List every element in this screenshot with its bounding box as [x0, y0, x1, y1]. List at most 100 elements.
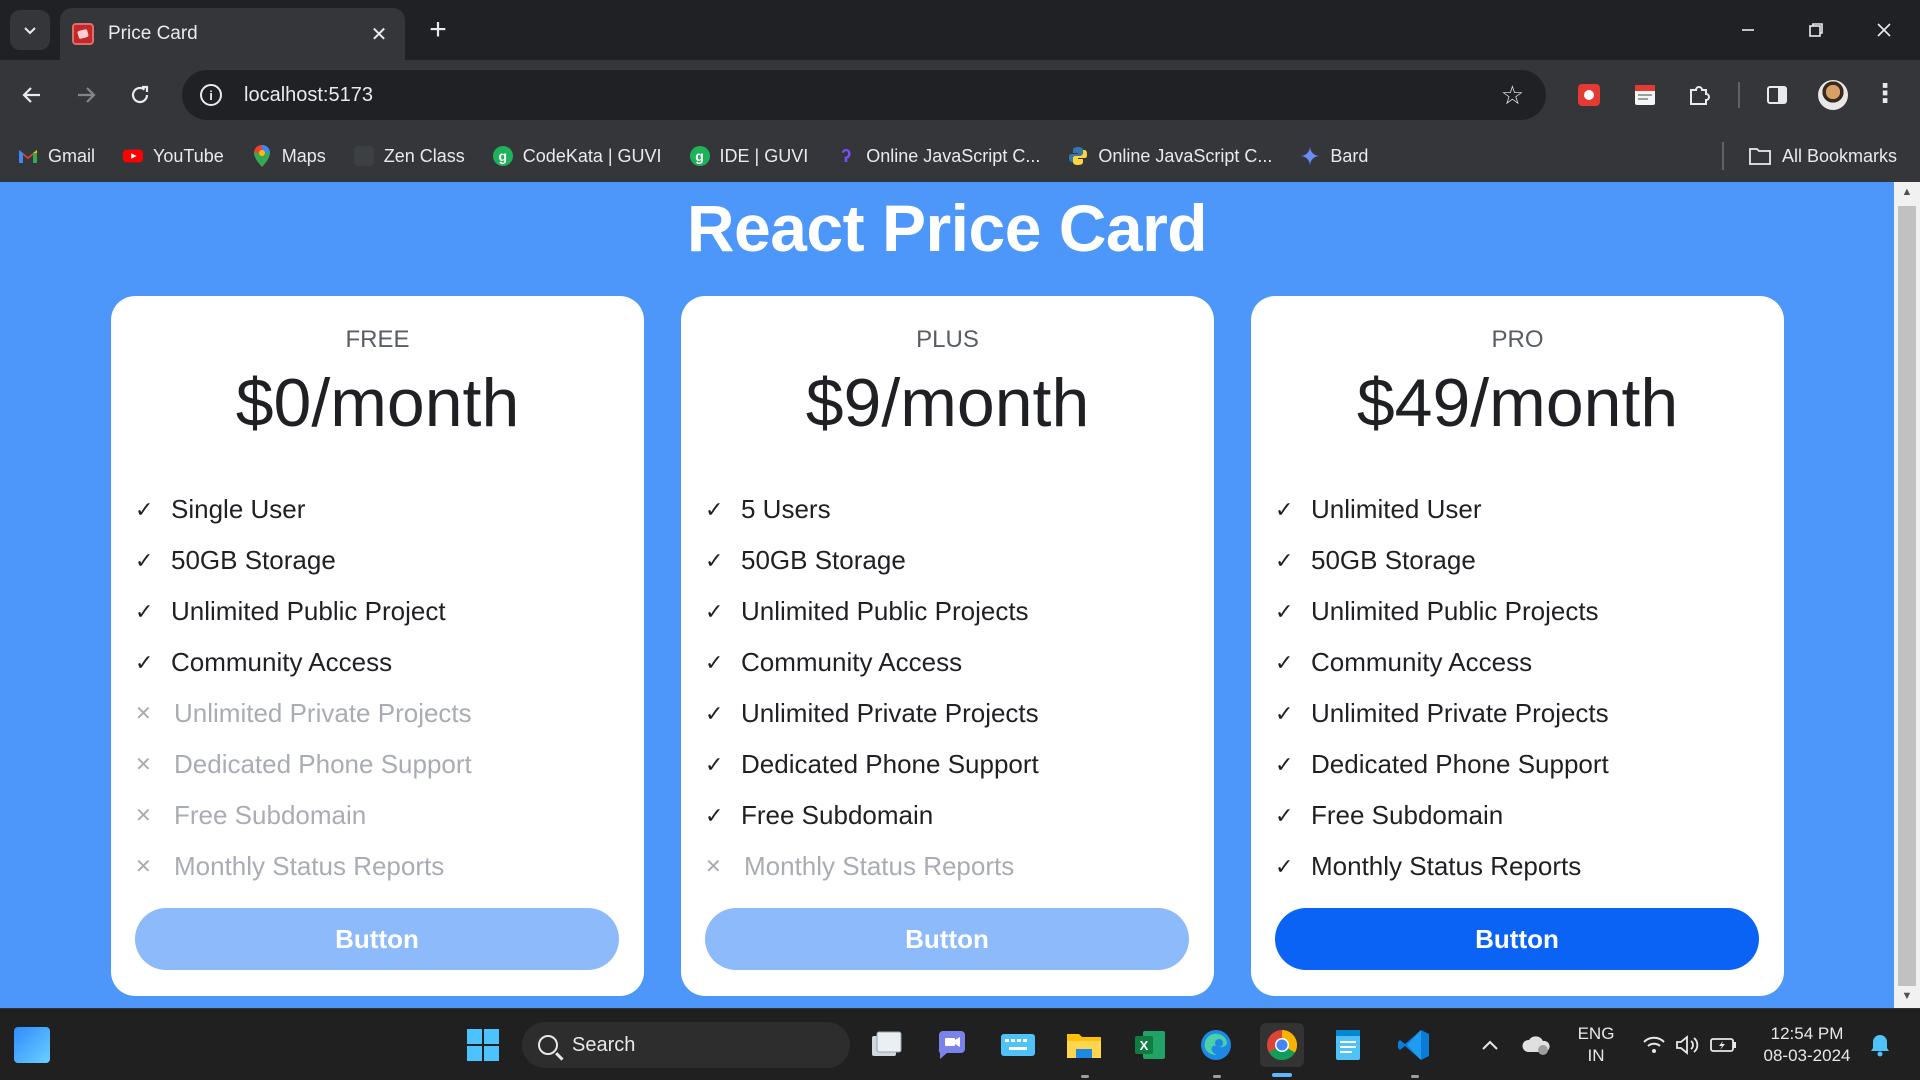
- folder-icon: [1749, 148, 1771, 165]
- extension-notes-icon[interactable]: [1630, 80, 1660, 110]
- tab-close-icon[interactable]: ✕: [365, 22, 393, 47]
- windows-logo-icon: [467, 1029, 499, 1061]
- gmail-icon: [18, 146, 38, 166]
- vscode-icon[interactable]: [1392, 1023, 1436, 1067]
- battery-charging-icon[interactable]: [1702, 1023, 1746, 1067]
- bookmark-zen-class[interactable]: Zen Class: [353, 145, 465, 167]
- feature-text: Monthly Status Reports: [1311, 851, 1582, 881]
- bookmarks-bar: Gmail YouTube Maps Zen Class g CodeKata …: [0, 130, 1920, 182]
- widgets-icon[interactable]: [14, 1027, 50, 1063]
- arrow-right-icon: [78, 87, 96, 103]
- site-info-icon[interactable]: i: [200, 84, 222, 106]
- restore-icon: [1809, 23, 1823, 37]
- feature-item-excluded: ✕ Dedicated Phone Support: [135, 739, 472, 790]
- side-panel-icon[interactable]: [1762, 80, 1792, 110]
- scroll-down-arrow-icon[interactable]: ▼: [1900, 990, 1914, 1004]
- bookmark-online-js-2[interactable]: Online JavaScript C...: [1068, 146, 1272, 167]
- browser-menu-icon[interactable]: ⋮: [1872, 78, 1898, 109]
- all-bookmarks-label: All Bookmarks: [1782, 145, 1898, 166]
- programiz-icon: ʔ: [841, 145, 852, 166]
- taskbar-search[interactable]: Search: [522, 1022, 850, 1068]
- url-text[interactable]: localhost:5173: [244, 84, 1501, 107]
- feature-item: ✓ Unlimited Private Projects: [705, 688, 1039, 739]
- bookmark-online-js-1[interactable]: ʔ Online JavaScript C...: [836, 146, 1040, 167]
- file-explorer-icon[interactable]: [1062, 1023, 1106, 1067]
- free-plan-button[interactable]: Button: [135, 908, 619, 970]
- feature-item: ✓ 50GB Storage: [135, 535, 472, 586]
- bookmark-bard[interactable]: Bard: [1300, 146, 1368, 167]
- check-icon: ✓: [135, 649, 154, 675]
- start-button[interactable]: [461, 1023, 505, 1067]
- feature-item: ✓ Community Access: [135, 637, 472, 688]
- feature-item: ✓ Community Access: [705, 637, 1039, 688]
- plus-plan-button[interactable]: Button: [705, 908, 1189, 970]
- notification-bell-icon[interactable]: [1858, 1023, 1902, 1067]
- all-bookmarks-button[interactable]: All Bookmarks: [1748, 130, 1897, 182]
- forward-button[interactable]: [68, 77, 104, 113]
- app-open-indicator: [1213, 1075, 1221, 1078]
- pro-plan-button[interactable]: Button: [1275, 908, 1759, 970]
- notepad-icon[interactable]: [1326, 1023, 1370, 1067]
- feature-text: Single User: [171, 494, 306, 524]
- back-button[interactable]: [14, 77, 50, 113]
- bookmark-star-icon[interactable]: ☆: [1501, 80, 1524, 111]
- extensions-puzzle-icon[interactable]: [1684, 80, 1714, 110]
- tab-search-button[interactable]: [10, 10, 50, 50]
- feature-text: 50GB Storage: [171, 545, 336, 575]
- new-tab-button[interactable]: +: [420, 12, 456, 48]
- chrome-icon[interactable]: [1260, 1023, 1304, 1067]
- vertical-scrollbar[interactable]: ▲ ▼: [1894, 182, 1920, 1008]
- language-code: ENG: [1577, 1024, 1615, 1043]
- excel-icon[interactable]: X: [1128, 1023, 1172, 1067]
- feature-text: Dedicated Phone Support: [741, 749, 1039, 779]
- page-title: React Price Card: [686, 191, 1208, 265]
- check-icon: ✓: [1275, 496, 1294, 522]
- bookmark-label: Zen Class: [383, 145, 465, 166]
- extension-red-icon[interactable]: [1574, 80, 1604, 110]
- show-hidden-icons-chevron-icon[interactable]: [1468, 1023, 1512, 1067]
- bookmark-youtube[interactable]: YouTube: [123, 146, 224, 167]
- clock-time: 12:54 PM: [1770, 1024, 1844, 1043]
- plan-price: $0/month: [235, 365, 520, 441]
- feature-text: 50GB Storage: [741, 545, 906, 575]
- address-bar[interactable]: i localhost:5173 ☆: [182, 70, 1546, 120]
- input-language-indicator[interactable]: ENG IN: [1568, 1023, 1624, 1067]
- price-card-free: FREE $0/month ✓ Single User ✓ 50GB Storage…: [111, 296, 644, 996]
- feature-item-excluded: ✕ Free Subdomain: [135, 790, 472, 841]
- clock[interactable]: 12:54 PM 08-03-2024: [1752, 1023, 1862, 1067]
- bookmark-ide-guvi[interactable]: g IDE | GUVI: [689, 146, 808, 167]
- reload-button[interactable]: [122, 77, 158, 113]
- minimize-button[interactable]: [1730, 12, 1766, 48]
- feature-item-excluded: ✕ Unlimited Private Projects: [135, 688, 472, 739]
- onedrive-cloud-icon[interactable]: [1514, 1023, 1558, 1067]
- x-icon: ✕: [135, 703, 152, 725]
- x-icon: ✕: [135, 754, 152, 776]
- close-window-button[interactable]: [1866, 12, 1902, 48]
- profile-avatar[interactable]: [1818, 80, 1848, 110]
- task-view-icon[interactable]: [864, 1023, 908, 1067]
- browser-tab[interactable]: Price Card ✕: [60, 8, 405, 60]
- feature-text: Dedicated Phone Support: [1311, 749, 1609, 779]
- bookmark-gmail[interactable]: Gmail: [18, 146, 95, 167]
- bookmark-maps[interactable]: Maps: [252, 145, 326, 167]
- bookmark-label: Online JavaScript C...: [1098, 145, 1273, 166]
- guvi-icon: g: [689, 146, 710, 166]
- search-icon: [538, 1035, 558, 1055]
- bookmark-label: CodeKata | GUVI: [522, 145, 662, 166]
- browser-toolbar: i localhost:5173 ☆ ⋮: [0, 60, 1920, 130]
- toolbar-divider: [1738, 82, 1740, 108]
- check-icon: ✓: [705, 700, 724, 726]
- edge-browser-icon[interactable]: [1194, 1023, 1238, 1067]
- python-icon: [1068, 146, 1088, 166]
- bookmark-codekata[interactable]: g CodeKata | GUVI: [492, 145, 662, 167]
- close-icon: [1877, 23, 1891, 37]
- x-icon: ✕: [705, 856, 722, 878]
- check-icon: ✓: [705, 649, 724, 675]
- restore-button[interactable]: [1798, 12, 1834, 48]
- feature-item: ✓ Unlimited User: [1275, 484, 1609, 535]
- touch-keyboard-icon[interactable]: [996, 1023, 1040, 1067]
- feature-item: ✓ 5 Users: [705, 484, 1039, 535]
- scrollbar-thumb[interactable]: [1898, 206, 1916, 986]
- scroll-up-arrow-icon[interactable]: ▲: [1900, 186, 1914, 200]
- teams-chat-icon[interactable]: [930, 1023, 974, 1067]
